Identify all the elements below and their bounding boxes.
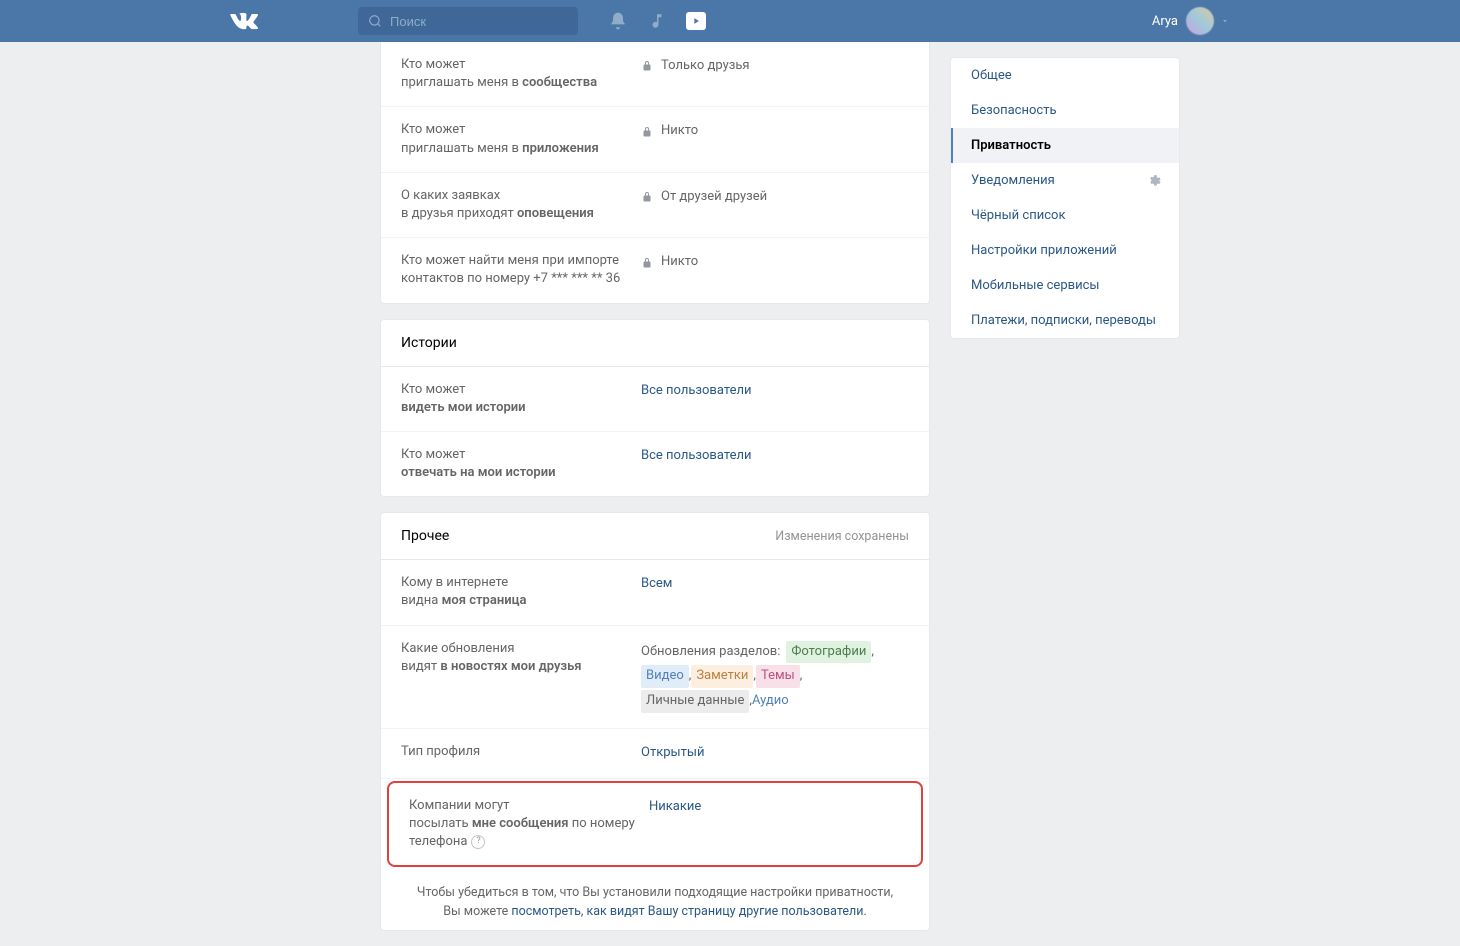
setting-value[interactable]: Только друзья <box>641 56 909 77</box>
bell-icon[interactable] <box>608 11 628 31</box>
setting-value[interactable]: Никто <box>641 252 909 273</box>
video-icon[interactable] <box>686 12 706 30</box>
setting-row: Компании могутпосылать мне сообщения по … <box>389 783 921 866</box>
chevron-down-icon <box>1220 16 1230 26</box>
lock-icon <box>641 60 653 72</box>
settings-sidebar: Общее Безопасность Приватность Уведомления Ч… <box>950 57 1180 339</box>
setting-row: Кто можетотвечать на мои историиВсе поль… <box>381 432 929 496</box>
highlighted-setting: Компании могутпосылать мне сообщения по … <box>387 781 923 868</box>
lock-icon <box>641 257 653 269</box>
sidebar-item-label: Настройки приложений <box>971 243 1117 258</box>
setting-row: Кому в интернетевидна моя страницаВсем <box>381 560 929 625</box>
setting-value[interactable]: Все пользователи <box>641 381 909 402</box>
other-title: Прочее <box>401 528 449 544</box>
top-header: Arya <box>0 0 1460 42</box>
sidebar-item-label: Общее <box>971 68 1012 83</box>
update-tag[interactable]: Заметки <box>691 665 753 688</box>
saved-indicator: Изменения сохранены <box>775 529 909 544</box>
update-tag[interactable]: Видео <box>641 665 689 688</box>
setting-row: Тип профиляОткрытый <box>381 729 929 779</box>
sidebar-item-7[interactable]: Платежи, подписки, переводы <box>951 303 1179 338</box>
setting-row: Кто можетприглашать меня в приложенияНик… <box>381 107 929 172</box>
setting-label: Кто можетвидеть мои истории <box>401 381 641 417</box>
setting-label: Кто может найти меня при импорте контакт… <box>401 252 641 288</box>
setting-row: Кто можетприглашать меня в сообществаТол… <box>381 42 929 107</box>
setting-value[interactable]: От друзей друзей <box>641 187 909 208</box>
update-tag[interactable]: Личные данные <box>641 690 749 713</box>
setting-row: Кто может найти меня при импорте контакт… <box>381 238 929 302</box>
setting-value[interactable]: Открытый <box>641 743 909 764</box>
setting-value[interactable]: Обновления разделов: Фотографии , Видео … <box>641 640 909 714</box>
sidebar-item-label: Уведомления <box>971 173 1055 188</box>
setting-value[interactable]: Никто <box>641 121 909 142</box>
stories-title: Истории <box>401 335 457 351</box>
search-input[interactable] <box>390 14 540 29</box>
update-tag[interactable]: Темы <box>756 665 800 688</box>
stories-block: Истории Кто можетвидеть мои историиВсе п… <box>380 319 930 498</box>
lock-icon <box>641 126 653 138</box>
sidebar-item-3[interactable]: Уведомления <box>951 163 1179 198</box>
setting-row: О каких заявкахв друзья приходят оповеще… <box>381 173 929 238</box>
sidebar-item-2[interactable]: Приватность <box>951 128 1179 163</box>
setting-value[interactable]: Всем <box>641 574 909 595</box>
setting-label: Кому в интернетевидна моя страница <box>401 574 641 610</box>
update-tag[interactable]: Фотографии <box>786 641 871 664</box>
setting-label: Какие обновлениявидят в новостях мои дру… <box>401 640 641 676</box>
sidebar-item-1[interactable]: Безопасность <box>951 93 1179 128</box>
update-tag[interactable]: Аудио <box>752 691 789 712</box>
setting-value[interactable]: Все пользователи <box>641 446 909 467</box>
see-as-others-link[interactable]: посмотреть, как видят Вашу страницу друг… <box>511 904 866 919</box>
stories-header: Истории <box>381 320 929 367</box>
other-block: Прочее Изменения сохранены Кому в интерн… <box>380 512 930 931</box>
sidebar-item-0[interactable]: Общее <box>951 58 1179 93</box>
setting-value[interactable]: Никакие <box>649 797 901 818</box>
setting-label: Тип профиля <box>401 743 641 761</box>
footer-note: Чтобы убедиться в том, что Вы установили… <box>381 869 929 930</box>
setting-label: Кто можетприглашать меня в сообщества <box>401 56 641 92</box>
search-icon <box>368 14 382 28</box>
sidebar-item-label: Чёрный список <box>971 208 1065 223</box>
setting-row: Кто можетвидеть мои историиВсе пользоват… <box>381 367 929 432</box>
user-menu[interactable]: Arya <box>1152 7 1230 35</box>
other-header: Прочее Изменения сохранены <box>381 513 929 560</box>
avatar <box>1186 7 1214 35</box>
user-name: Arya <box>1152 14 1178 29</box>
sidebar-item-6[interactable]: Мобильные сервисы <box>951 268 1179 303</box>
setting-label: Кто можетотвечать на мои истории <box>401 446 641 482</box>
sidebar-item-label: Приватность <box>971 138 1051 153</box>
setting-row: Какие обновлениявидят в новостях мои дру… <box>381 626 929 729</box>
setting-label: О каких заявкахв друзья приходят оповеще… <box>401 187 641 223</box>
setting-label: Компании могутпосылать мне сообщения по … <box>409 797 649 852</box>
music-icon[interactable] <box>648 12 666 30</box>
setting-label: Кто можетприглашать меня в приложения <box>401 121 641 157</box>
gear-icon[interactable] <box>1147 174 1161 188</box>
search-box[interactable] <box>358 7 578 35</box>
sidebar-item-5[interactable]: Настройки приложений <box>951 233 1179 268</box>
lock-icon <box>641 191 653 203</box>
sidebar-item-label: Безопасность <box>971 103 1057 118</box>
help-icon[interactable]: ? <box>471 835 485 849</box>
contact-settings-block: Кто можетприглашать меня в сообществаТол… <box>380 42 930 304</box>
vk-logo-icon[interactable] <box>230 7 258 35</box>
sidebar-item-4[interactable]: Чёрный список <box>951 198 1179 233</box>
sidebar-item-label: Платежи, подписки, переводы <box>971 313 1156 328</box>
sidebar-item-label: Мобильные сервисы <box>971 278 1099 293</box>
